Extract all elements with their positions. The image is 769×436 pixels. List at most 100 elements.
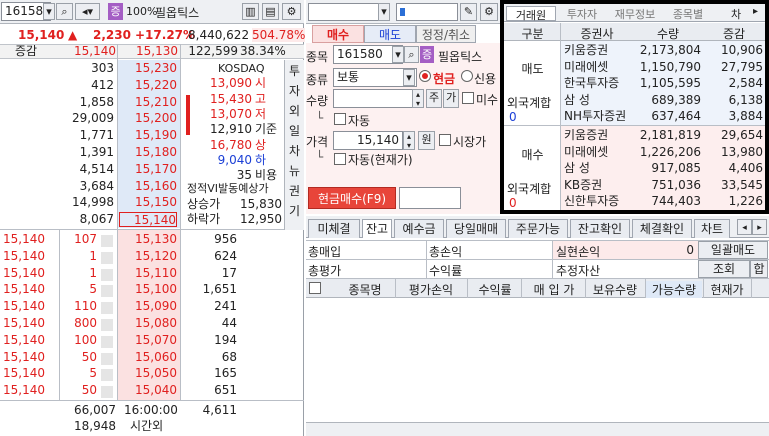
tab-broker[interactable]: 거래원 (506, 6, 556, 22)
ask-price[interactable]: 15,220 (119, 78, 177, 93)
tab-scroll-left[interactable]: ◂ (737, 219, 752, 235)
ask-price[interactable]: 15,210 (119, 95, 177, 110)
order-extra-input[interactable] (399, 187, 461, 209)
tab-by-stock[interactable]: 종목별 (664, 6, 712, 21)
order-type-dropdown[interactable]: ▾ (403, 69, 415, 86)
holdings-col[interactable]: 종목명 (336, 281, 394, 298)
order-code-dropdown[interactable]: ▾ (392, 46, 404, 63)
account-tab[interactable]: 잔고확인 (570, 219, 630, 238)
speaker-icon[interactable]: ◂▾ (75, 3, 100, 20)
horizontal-scrollbar[interactable] (306, 422, 769, 436)
broker-panel: 거래원 투자자 재무정보 종목별 차 ▸ 구분 증권사 수량 증감 매도 외국계… (500, 0, 769, 214)
tab-sell[interactable]: 매도 (364, 25, 416, 43)
bid-price[interactable]: 15,130 (119, 232, 177, 247)
ask-price[interactable]: 15,180 (119, 145, 177, 160)
holdings-col[interactable]: 보유수량 (586, 281, 644, 298)
vi-down-value: 12,950 (240, 212, 282, 226)
broker-tabs: 거래원 투자자 재무정보 종목별 차 ▸ (504, 4, 765, 22)
ask-price[interactable]: 15,140 (119, 212, 177, 228)
qty-price-button[interactable]: 가 (443, 89, 459, 108)
tab-scroll-right-2[interactable]: ▸ (752, 219, 767, 235)
side-tab[interactable]: 차 (287, 142, 302, 159)
bid-price[interactable]: 15,040 (119, 383, 177, 398)
side-tab[interactable]: 뉴 (287, 162, 302, 179)
price-stepper[interactable]: ▴ ▾ (403, 131, 415, 150)
side-tab[interactable]: 일 (287, 122, 302, 139)
pencil-icon[interactable]: ✎ (460, 3, 477, 21)
order-stock-name: 필옵틱스 (438, 50, 483, 64)
bid-price[interactable]: 15,060 (119, 350, 177, 365)
radio-cash[interactable] (419, 70, 431, 82)
ask-price[interactable]: 15,190 (119, 128, 177, 143)
chk-auto-now[interactable] (334, 153, 346, 165)
cash-buy-button[interactable]: 현금매수(F9) (308, 187, 396, 209)
ask-price[interactable]: 15,170 (119, 162, 177, 177)
side-tab[interactable]: 권 (287, 182, 302, 199)
chk-market[interactable] (439, 134, 451, 146)
bid-price[interactable]: 15,070 (119, 333, 177, 348)
order-search-icon[interactable]: ⌕ (404, 46, 419, 63)
account-tab[interactable]: 미체결 (308, 219, 360, 238)
holdings-col[interactable]: 매 입 가 (524, 281, 584, 298)
bid-price[interactable]: 15,080 (119, 316, 177, 331)
account-select[interactable] (308, 3, 388, 21)
bid-price[interactable]: 15,110 (119, 266, 177, 281)
price-unit-button[interactable]: 원 (418, 131, 435, 150)
side-tab[interactable]: 기 (287, 202, 302, 219)
stock-code-dropdown[interactable]: ▾ (43, 3, 55, 20)
account-tab[interactable]: 차트 (694, 219, 730, 238)
window-icon[interactable]: ▤ (262, 3, 279, 20)
bid-price[interactable]: 15,090 (119, 299, 177, 314)
search-icon[interactable]: ⌕ (56, 3, 73, 20)
qty-unit-button[interactable]: 주 (426, 89, 442, 108)
order-gear-icon[interactable]: ⚙ (480, 3, 498, 21)
tick-qty: 1 (89, 248, 97, 263)
price-strip: 15,140 ▲ 2,230 +17.27% 8,440,622 504.78% (0, 27, 306, 43)
radio-credit[interactable] (461, 70, 473, 82)
side-tab[interactable]: 자 (287, 82, 302, 99)
select-all-checkbox[interactable] (309, 282, 321, 294)
holdings-col[interactable]: 평가손익 (396, 281, 466, 298)
account-tab[interactable]: 예수금 (394, 219, 444, 238)
tab-investor[interactable]: 투자자 (558, 6, 606, 21)
tab-modify-cancel[interactable]: 정정/취소 (416, 25, 476, 43)
bid-price[interactable]: 15,100 (119, 282, 177, 297)
price-input[interactable]: 15,140 (333, 131, 403, 150)
account-tab[interactable]: 체결확인 (632, 219, 692, 238)
side-tab[interactable]: 투 (287, 62, 302, 79)
sum-button[interactable]: 합 (750, 260, 768, 278)
sell-broker-chg: 3,884 (728, 109, 763, 123)
buy-broker-name: KB증권 (564, 177, 603, 192)
qty-input[interactable] (333, 89, 413, 108)
gear-icon[interactable]: ⚙ (282, 3, 301, 20)
chart-icon[interactable]: ▥ (242, 3, 259, 20)
qty-stepper[interactable]: ▴ ▾ (412, 89, 424, 108)
account-input[interactable] (396, 3, 458, 21)
zoom-label[interactable]: 100% (126, 5, 157, 18)
holdings-col[interactable]: 수익률 (470, 281, 520, 298)
sum-buy-label: 총매입 (308, 245, 342, 259)
chk-auto[interactable] (334, 113, 346, 125)
bid-price[interactable]: 15,050 (119, 366, 177, 381)
tab-scroll-right[interactable]: ▸ (748, 6, 763, 21)
tick-price: 15,140 (3, 383, 45, 398)
view-button[interactable]: 조회 (698, 260, 750, 278)
ask-price[interactable]: 15,200 (119, 111, 177, 126)
ask-price[interactable]: 15,230 (119, 61, 177, 76)
holdings-col[interactable]: 가능수량 (646, 281, 702, 298)
tab-buy[interactable]: 매수 (312, 25, 364, 43)
account-tab[interactable]: 당일매매 (446, 219, 506, 238)
ask-price[interactable]: 15,160 (119, 179, 177, 194)
bid-price[interactable]: 15,120 (119, 249, 177, 264)
side-tab[interactable]: 외 (287, 102, 302, 119)
holdings-col[interactable]: 현재가 (704, 281, 750, 298)
tab-financial[interactable]: 재무정보 (608, 6, 662, 21)
ask-price[interactable]: 15,150 (119, 195, 177, 210)
tab-next[interactable]: 차 (726, 6, 746, 21)
account-tab[interactable]: 주문가능 (508, 219, 568, 238)
batch-sell-button[interactable]: 일괄매도 (698, 241, 768, 259)
bid-qty: 165 (214, 366, 237, 381)
account-tab[interactable]: 잔고 (362, 219, 392, 238)
chk-misu[interactable] (462, 92, 474, 104)
account-dropdown[interactable]: ▾ (378, 3, 390, 21)
